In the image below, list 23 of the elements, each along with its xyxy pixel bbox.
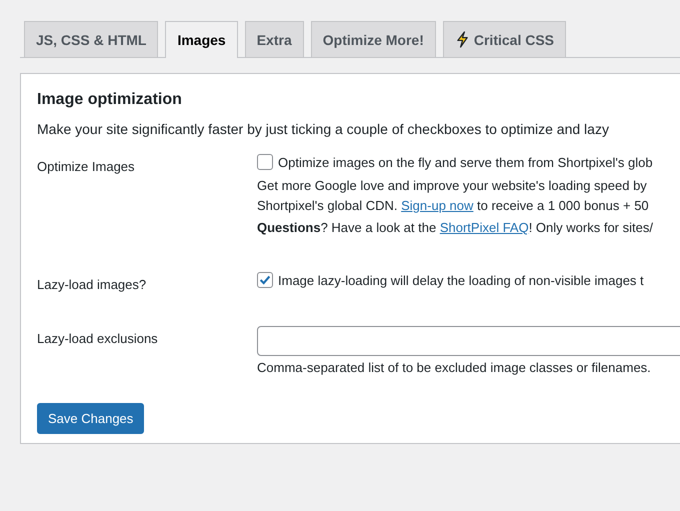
lightning-icon bbox=[454, 31, 470, 48]
tab[interactable]: Optimize More! bbox=[310, 21, 436, 57]
description-text: Shortpixel's global CDN. Sign-up now to receive a 1 000 bonus + 50 bbox=[257, 197, 650, 215]
link[interactable]: Sign-up now bbox=[401, 198, 474, 213]
field-label: Lazy-load images? bbox=[37, 276, 148, 292]
description-text: Questions? Have a look at the ShortPixel FAQ! Only works for sites/ bbox=[257, 219, 654, 237]
input-field[interactable] bbox=[257, 326, 680, 356]
section-title: Image optimization bbox=[37, 91, 183, 109]
tab[interactable]: Critical CSS bbox=[442, 21, 566, 57]
checkbox-label: Optimize images on the fly and serve them from Shortpixel's glob bbox=[278, 154, 653, 170]
tab[interactable]: JS, CSS & HTML bbox=[24, 21, 158, 57]
save-button[interactable]: Save Changes bbox=[37, 403, 144, 434]
link[interactable]: ShortPixel FAQ bbox=[440, 220, 529, 235]
checkbox[interactable] bbox=[257, 154, 273, 170]
checkbox[interactable] bbox=[257, 272, 273, 288]
help-text: Comma-separated list of to be excluded image classes or filenames. bbox=[257, 360, 652, 375]
description-text: Get more Google love and improve your website's loading speed by bbox=[257, 177, 648, 195]
tab[interactable]: Extra bbox=[244, 21, 304, 57]
field-label: Optimize Images bbox=[37, 158, 136, 176]
tab[interactable]: Images bbox=[165, 21, 238, 58]
checkbox-label: Image lazy-loading will delay the loading of non-visible images t bbox=[278, 272, 644, 288]
field-label: Lazy-load exclusions bbox=[37, 330, 159, 348]
section-intro: Make your site significantly faster by just ticking a couple of checkboxes to optimize and lazy bbox=[37, 121, 610, 137]
